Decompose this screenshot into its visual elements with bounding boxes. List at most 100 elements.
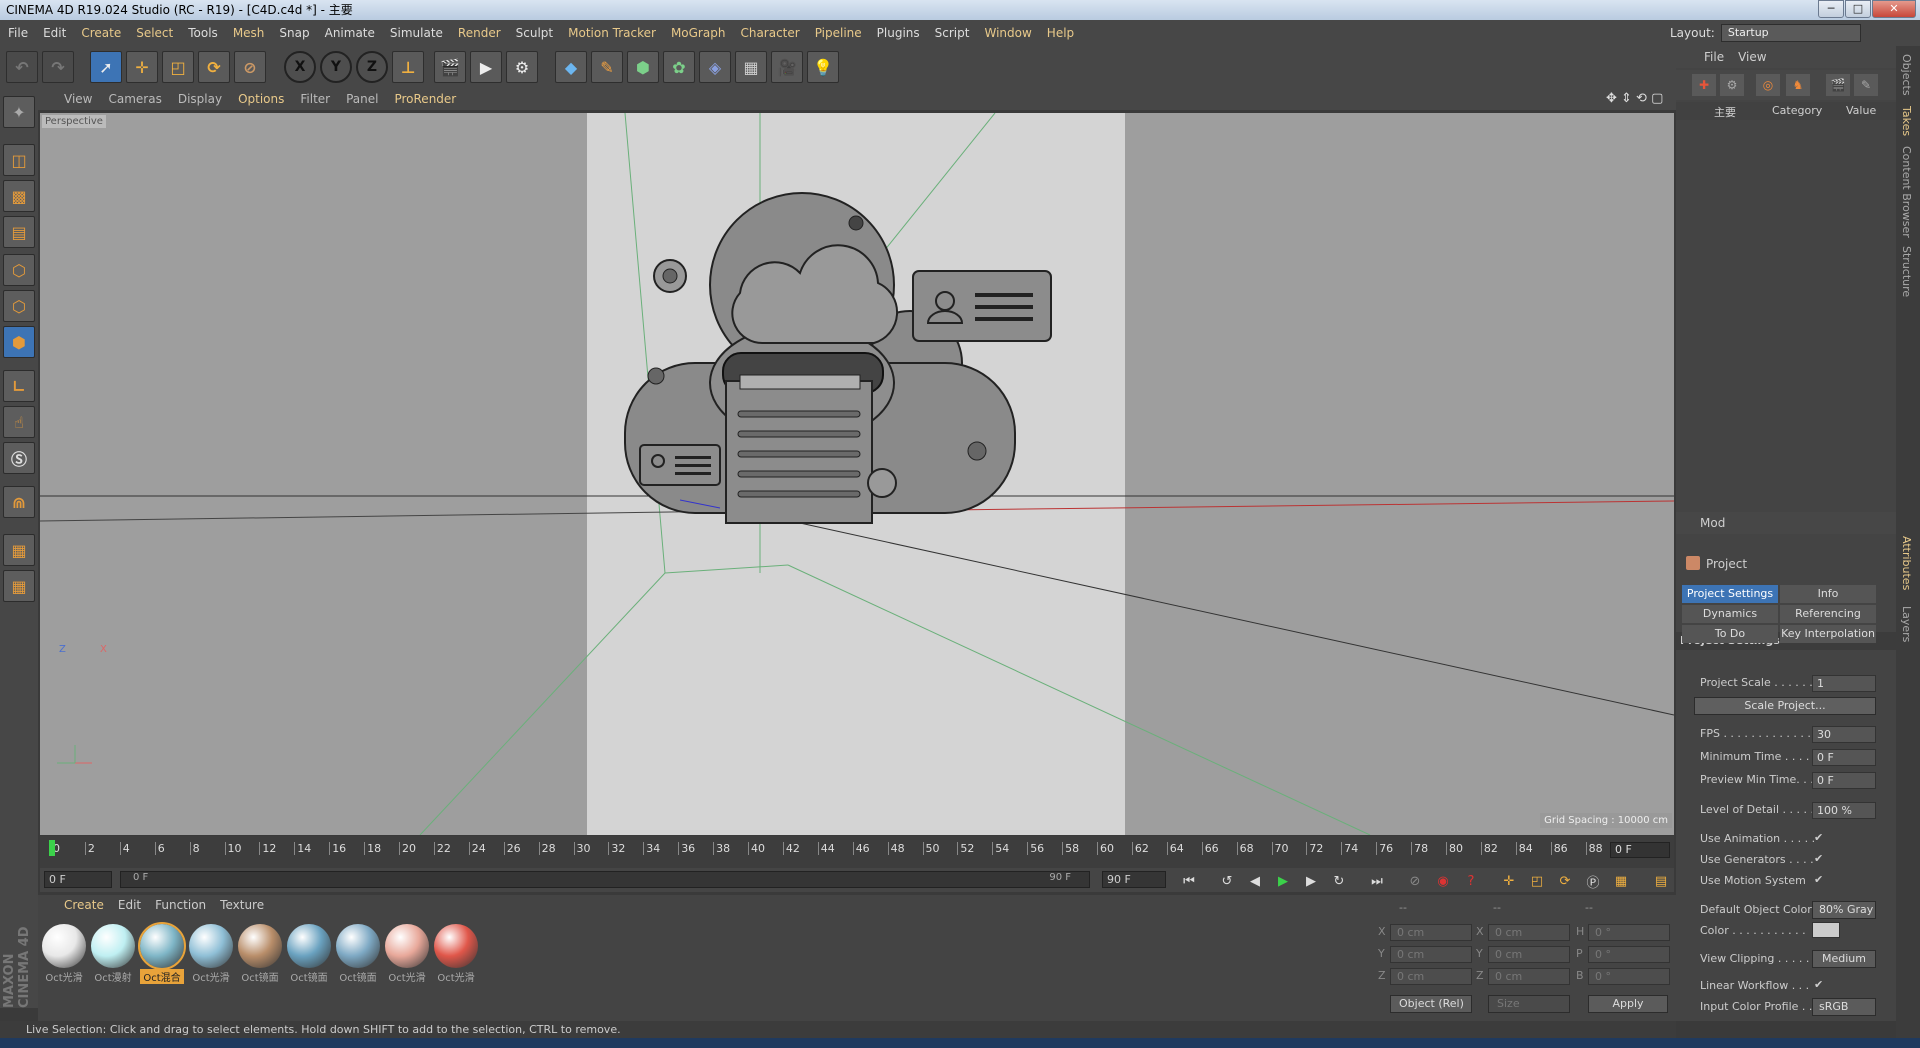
coord-field[interactable]: 0 ° (1588, 946, 1670, 963)
previous-key-icon[interactable]: ↺ (1216, 871, 1238, 891)
side-tab-attributes[interactable]: Attributes (1900, 536, 1913, 590)
color-swatch[interactable] (1812, 922, 1840, 938)
material-swatch[interactable] (138, 922, 186, 970)
coord-field[interactable]: 0 cm (1488, 924, 1570, 941)
coord-size-dropdown[interactable]: Size (1488, 995, 1570, 1013)
magnet-icon[interactable]: ⋒ (3, 486, 35, 518)
material-menu-texture[interactable]: Texture (220, 898, 264, 912)
render-settings-icon[interactable]: ⚙ (506, 51, 538, 83)
side-tab-objects[interactable]: Objects (1900, 54, 1913, 96)
viewport-menu-prorender[interactable]: ProRender (394, 92, 456, 106)
timeline-window-icon[interactable]: ▤ (1650, 871, 1672, 891)
make-editable-icon[interactable]: ✦ (3, 96, 35, 128)
coordinate-system-icon[interactable]: ⊥ (392, 51, 424, 83)
cube-icon[interactable]: ◆ (555, 51, 587, 83)
material-swatch[interactable] (238, 924, 282, 968)
deformer-icon[interactable]: ◈ (699, 51, 731, 83)
y-axis-lock-button[interactable]: Y (320, 51, 352, 83)
light-icon[interactable]: 💡 (807, 51, 839, 83)
menu-mograph[interactable]: MoGraph (671, 26, 726, 40)
attributes-mode[interactable]: Mod (1700, 516, 1725, 530)
menu-file[interactable]: File (8, 26, 28, 40)
key-position-icon[interactable]: ✛ (1498, 871, 1520, 891)
om-menu-file[interactable]: File (1704, 50, 1724, 64)
viewport-menu-display[interactable]: Display (178, 92, 222, 106)
menu-script[interactable]: Script (935, 26, 970, 40)
redo-icon[interactable]: ↷ (42, 51, 74, 83)
pen-icon[interactable]: ✎ (591, 51, 623, 83)
go-to-end-icon[interactable]: ⏭ (1366, 871, 1388, 891)
edges-mode-icon[interactable]: ⬡ (3, 290, 35, 322)
snap-icon[interactable]: Ⓢ (3, 442, 35, 474)
octane-render-icon[interactable]: 🎬 (1826, 74, 1850, 96)
om-menu-view[interactable]: View (1738, 50, 1766, 64)
material-menu-create[interactable]: Create (64, 898, 104, 912)
viewport[interactable]: Perspective Z X Grid Spacing : 10000 cm (40, 113, 1674, 835)
timeline-ruler[interactable]: 0 2 4 6 8 10 12 14 16 18 20 22 24 26 28 30 32 34 36 38 40 42 4… (40, 836, 1674, 868)
menu-snap[interactable]: Snap (279, 26, 309, 40)
attr-tab-project-settings[interactable]: Project Settings (1682, 585, 1778, 603)
coord-mode-dropdown[interactable]: Object (Rel) (1390, 995, 1472, 1013)
menu-motion-tracker[interactable]: Motion Tracker (568, 26, 656, 40)
render-view-icon[interactable]: 🎬 (434, 51, 466, 83)
octane-tools-icon[interactable]: ✎ (1854, 74, 1878, 96)
z-axis-lock-button[interactable]: Z (356, 51, 388, 83)
material-menu-edit[interactable]: Edit (118, 898, 141, 912)
previous-frame-icon[interactable]: ◀ (1244, 871, 1266, 891)
autokey-icon[interactable]: ◉ (1432, 871, 1454, 891)
key-pla-icon[interactable]: ▦ (1610, 871, 1632, 891)
points-mode-icon[interactable]: ⬡ (3, 254, 35, 286)
subdivision-icon[interactable]: ⬢ (627, 51, 659, 83)
scale-icon[interactable]: ◰ (162, 51, 194, 83)
lock-workplane-icon[interactable]: ▦ (3, 534, 35, 566)
coord-field[interactable]: 0 cm (1488, 946, 1570, 963)
input-color-profile-dropdown[interactable]: sRGB (1812, 998, 1876, 1016)
project-scale-field[interactable]: 1 (1812, 675, 1876, 692)
cloner-icon[interactable]: ✿ (663, 51, 695, 83)
coord-field[interactable]: 0 cm (1390, 946, 1472, 963)
minimum-time-field[interactable]: 0 F (1812, 749, 1876, 766)
preview-min-time-field[interactable]: 0 F (1812, 772, 1876, 789)
play-icon[interactable]: ▶ (1272, 871, 1294, 891)
attr-tab-key-interpolation[interactable]: Key Interpolation (1780, 625, 1876, 643)
move-icon[interactable]: ✛ (126, 51, 158, 83)
side-tab-layers[interactable]: Layers (1900, 606, 1913, 642)
use-generators-checkbox[interactable]: ✔ (1814, 852, 1823, 865)
record-icon[interactable]: ⊘ (1404, 871, 1426, 891)
planar-workplane-icon[interactable]: ▦ (3, 570, 35, 602)
next-frame-icon[interactable]: ▶ (1300, 871, 1322, 891)
material-swatch[interactable] (287, 924, 331, 968)
viewport-menu-cameras[interactable]: Cameras (108, 92, 161, 106)
undo-icon[interactable]: ↶ (6, 51, 38, 83)
coord-field[interactable]: 0 cm (1488, 968, 1570, 985)
menu-tools[interactable]: Tools (188, 26, 218, 40)
playhead[interactable] (49, 840, 55, 856)
layout-dropdown[interactable]: Startup (1720, 24, 1861, 42)
menu-edit[interactable]: Edit (43, 26, 66, 40)
octane-icon[interactable]: ✚ (1692, 74, 1716, 96)
default-object-color-dropdown[interactable]: 80% Gray (1812, 901, 1876, 919)
axis-mode-icon[interactable]: ∟ (3, 370, 35, 402)
camera-icon[interactable]: 🎥 (771, 51, 803, 83)
material-swatch[interactable] (91, 924, 135, 968)
menu-simulate[interactable]: Simulate (390, 26, 443, 40)
coord-field[interactable]: 0 cm (1390, 968, 1472, 985)
side-tab-takes[interactable]: Takes (1900, 106, 1913, 136)
menu-window[interactable]: Window (984, 26, 1031, 40)
current-frame-field[interactable]: 0 F (1610, 842, 1670, 858)
polygons-mode-icon[interactable]: ⬢ (3, 326, 35, 358)
recent-tools-icon[interactable]: ⊘ (234, 51, 266, 83)
object-tree-item[interactable]: 主要 (1714, 104, 1736, 120)
menu-character[interactable]: Character (740, 26, 799, 40)
material-swatch[interactable] (189, 924, 233, 968)
material-swatch[interactable] (385, 924, 429, 968)
viewport-menu-panel[interactable]: Panel (346, 92, 378, 106)
coord-field[interactable]: 0 cm (1390, 924, 1472, 941)
octane-material-icon[interactable]: ◎ (1756, 74, 1780, 96)
menu-render[interactable]: Render (458, 26, 501, 40)
start-frame-field[interactable]: 0 F (44, 871, 112, 888)
attr-tab-referencing[interactable]: Referencing (1780, 605, 1876, 623)
menu-help[interactable]: Help (1047, 26, 1074, 40)
menu-mesh[interactable]: Mesh (233, 26, 265, 40)
menu-animate[interactable]: Animate (325, 26, 375, 40)
